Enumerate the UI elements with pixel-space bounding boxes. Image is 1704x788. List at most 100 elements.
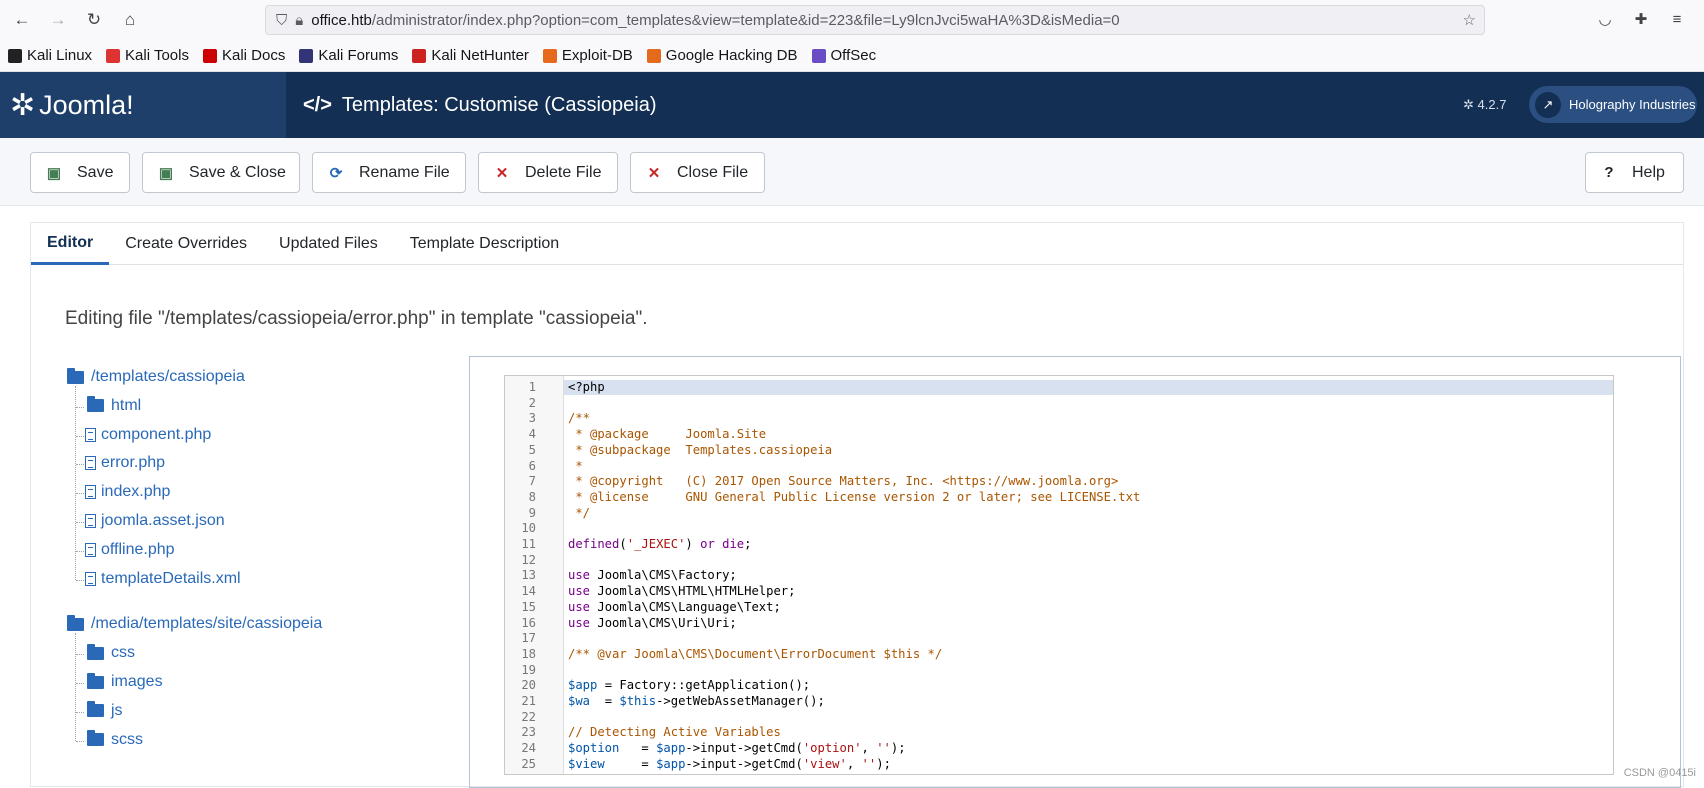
- line-number: 14: [505, 584, 536, 598]
- watermark: CSDN @0415i: [1624, 767, 1696, 779]
- bookmark-item[interactable]: Kali Tools: [106, 47, 189, 64]
- folder-icon: [67, 618, 84, 631]
- code-editor[interactable]: 1234567891011121314151617181920212223242…: [504, 375, 1614, 775]
- code-line[interactable]: use Joomla\CMS\Factory;: [568, 568, 737, 582]
- code-line[interactable]: use Joomla\CMS\Language\Text;: [568, 600, 781, 614]
- bookmark-icon: [412, 49, 426, 63]
- line-number: 22: [505, 710, 536, 724]
- question-icon: ?: [1586, 164, 1632, 181]
- bookmark-item[interactable]: OffSec: [812, 47, 877, 64]
- bookmark-icon: [543, 49, 557, 63]
- reload-icon[interactable]: ↻: [80, 6, 108, 34]
- file-icon: [85, 456, 96, 470]
- code-line[interactable]: use Joomla\CMS\Uri\Uri;: [568, 616, 737, 630]
- line-number: 19: [505, 663, 536, 677]
- code-line[interactable]: use Joomla\CMS\HTML\HTMLHelper;: [568, 584, 795, 598]
- bookmark-icon: [8, 49, 22, 63]
- line-number: 17: [505, 631, 536, 645]
- code-line[interactable]: * @subpackage Templates.cassiopeia: [568, 443, 832, 457]
- help-button[interactable]: ?Help: [1585, 152, 1684, 193]
- line-number: 12: [505, 553, 536, 567]
- code-line[interactable]: // Detecting Active Variables: [568, 725, 781, 739]
- tree-guide: [76, 436, 84, 437]
- save-button[interactable]: ▣Save: [30, 152, 130, 193]
- code-line[interactable]: $wa = $this->getWebAssetManager();: [568, 694, 825, 708]
- save-close-button[interactable]: ▣Save & Close: [142, 152, 300, 193]
- line-number: 23: [505, 725, 536, 739]
- folder-icon: [87, 704, 104, 717]
- tree-folder[interactable]: scss: [87, 731, 143, 749]
- code-line[interactable]: * @copyright (C) 2017 Open Source Matter…: [568, 474, 1118, 488]
- pocket-icon[interactable]: ◡: [1592, 6, 1618, 32]
- tree-guide: [76, 464, 84, 465]
- folder-icon: [67, 371, 84, 384]
- bookmark-item[interactable]: Kali NetHunter: [412, 47, 529, 64]
- bookmark-item[interactable]: Exploit-DB: [543, 47, 633, 64]
- close-file-button[interactable]: ✕Close File: [630, 152, 765, 193]
- line-number: 24: [505, 741, 536, 755]
- line-number: 6: [505, 459, 536, 473]
- bookmark-icon: [812, 49, 826, 63]
- home-icon[interactable]: ⌂: [116, 6, 144, 34]
- extensions-icon[interactable]: ✚: [1628, 6, 1654, 32]
- code-line[interactable]: *: [568, 459, 583, 473]
- external-link-icon: ↗: [1535, 92, 1561, 118]
- bookmark-item[interactable]: Kali Docs: [203, 47, 285, 64]
- address-bar[interactable]: ⛉ 🔒︎ office.htb/administrator/index.php?…: [265, 5, 1485, 35]
- code-line[interactable]: * @license GNU General Public License ve…: [568, 490, 1140, 504]
- tree-file[interactable]: index.php: [85, 483, 170, 501]
- tab-updated-files[interactable]: Updated Files: [263, 223, 394, 265]
- code-line[interactable]: /** @var Joomla\CMS\Document\ErrorDocume…: [568, 647, 942, 661]
- tree-folder[interactable]: images: [87, 673, 163, 691]
- tree-folder[interactable]: /media/templates/site/cassiopeia: [67, 615, 322, 633]
- line-number: 7: [505, 474, 536, 488]
- line-number: 1: [505, 380, 536, 394]
- tab-editor[interactable]: Editor: [31, 223, 109, 265]
- tree-guide: [76, 654, 84, 655]
- rename-file-button[interactable]: ⟳Rename File: [312, 152, 466, 193]
- tree-file[interactable]: offline.php: [85, 541, 175, 559]
- code-line[interactable]: $app = Factory::getApplication();: [568, 678, 810, 692]
- tree-folder[interactable]: js: [87, 702, 123, 720]
- tab-template-description[interactable]: Template Description: [394, 223, 575, 265]
- line-number: 21: [505, 694, 536, 708]
- code-line[interactable]: defined('_JEXEC') or die;: [568, 537, 751, 551]
- tab-create-overrides[interactable]: Create Overrides: [109, 223, 263, 265]
- bookmark-icon: [106, 49, 120, 63]
- menu-icon[interactable]: ≡: [1664, 6, 1690, 32]
- tree-folder[interactable]: css: [87, 644, 135, 662]
- tree-file[interactable]: component.php: [85, 426, 211, 444]
- star-icon[interactable]: ☆: [1463, 11, 1476, 29]
- url-host: office.htb: [311, 12, 372, 29]
- code-line[interactable]: /**: [568, 411, 590, 425]
- code-line[interactable]: $view = $app->input->getCmd('view', '');: [568, 757, 891, 771]
- bookmark-item[interactable]: Kali Linux: [8, 47, 92, 64]
- tree-file[interactable]: joomla.asset.json: [85, 512, 225, 530]
- tree-guide: [76, 683, 84, 684]
- tree-folder[interactable]: html: [87, 397, 141, 415]
- joomla-header: ✲Joomla! </>Templates: Customise (Cassio…: [0, 72, 1704, 138]
- delete-file-button[interactable]: ✕Delete File: [478, 152, 618, 193]
- bookmark-item[interactable]: Kali Forums: [299, 47, 398, 64]
- file-icon: [85, 485, 96, 499]
- code-line[interactable]: $option = $app->input->getCmd('option', …: [568, 741, 906, 755]
- code-line[interactable]: * @package Joomla.Site: [568, 427, 766, 441]
- bookmark-item[interactable]: Google Hacking DB: [647, 47, 798, 64]
- folder-icon: [87, 647, 104, 660]
- line-number: 11: [505, 537, 536, 551]
- code-line[interactable]: */: [568, 506, 590, 520]
- tree-file[interactable]: error.php: [85, 454, 165, 472]
- page-title: Templates: Customise (Cassiopeia): [342, 94, 657, 117]
- site-link-button[interactable]: ↗ Holography Industries: [1529, 86, 1697, 123]
- times-icon: ✕: [631, 164, 677, 182]
- tree-file[interactable]: templateDetails.xml: [85, 570, 241, 588]
- line-number: 13: [505, 568, 536, 582]
- forward-icon[interactable]: →: [44, 6, 72, 34]
- tree-folder[interactable]: /templates/cassiopeia: [67, 368, 245, 386]
- back-icon[interactable]: ←: [8, 6, 36, 34]
- line-number: 15: [505, 600, 536, 614]
- line-number: 25: [505, 757, 536, 771]
- version-badge: ✲ 4.2.7: [1463, 97, 1506, 113]
- joomla-logo[interactable]: ✲Joomla!: [0, 72, 286, 138]
- code-line[interactable]: <?php: [568, 380, 605, 394]
